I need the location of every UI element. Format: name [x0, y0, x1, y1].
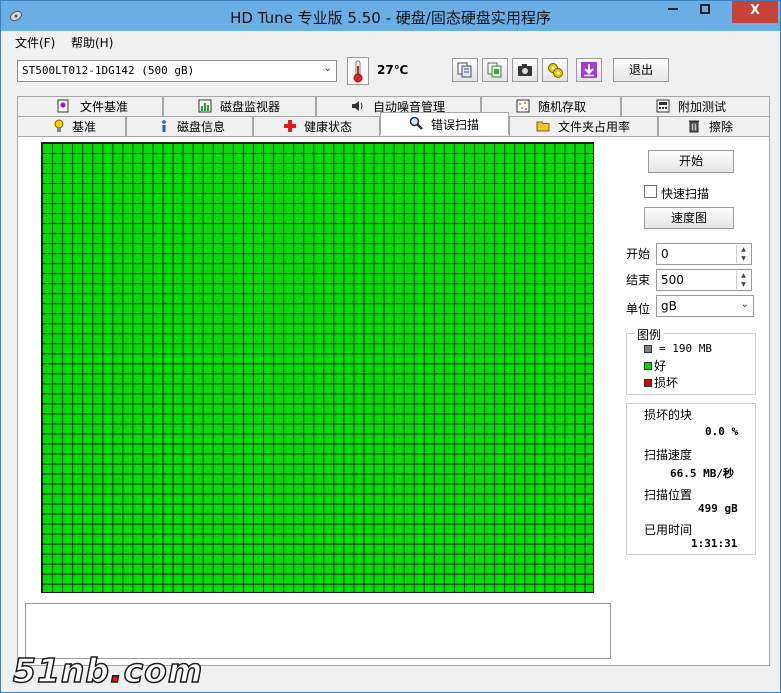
good-swatch	[644, 362, 652, 370]
copy-info-icon	[457, 62, 472, 78]
menu-file[interactable]: 文件(F)	[15, 34, 55, 51]
spin-up-icon[interactable]: ▲	[736, 271, 750, 280]
damaged-swatch	[644, 379, 652, 387]
end-input[interactable]: 500 ▲ ▼	[656, 269, 752, 291]
watermark-text: 51nb	[12, 650, 111, 691]
scan-speed-label: 扫描速度	[644, 448, 693, 462]
end-field-label: 结束	[626, 273, 651, 287]
tab-label: 附加测试	[678, 100, 727, 114]
health-icon	[284, 120, 296, 132]
copy-info-button[interactable]	[452, 58, 478, 82]
tab-extra-tests[interactable]: 附加测试	[621, 96, 770, 116]
spin-down-icon[interactable]: ▼	[736, 254, 750, 263]
start-field-label: 开始	[626, 247, 651, 261]
spin-down-icon[interactable]: ▼	[736, 280, 750, 289]
unit-field-label: 单位	[626, 302, 651, 316]
legend-title: 图例	[635, 326, 664, 343]
speed-map-button[interactable]: 速度图	[644, 207, 734, 229]
save-button[interactable]	[576, 58, 602, 82]
toolbar: ST500LT012-1DG142 (500 gB) ⌄ 27℃ 退出	[1, 51, 780, 91]
watermark-dot: .	[109, 650, 124, 691]
info-icon	[162, 120, 166, 132]
tab-file-benchmark[interactable]: 文件基准	[17, 96, 163, 116]
start-input[interactable]: 0 ▲ ▼	[656, 243, 752, 265]
scan-speed-value: 66.5 MB/秒	[670, 467, 734, 480]
thermometer-icon	[353, 60, 363, 83]
good-label: 好	[654, 359, 667, 373]
exit-button[interactable]: 退出	[613, 58, 669, 82]
tab-label: 健康状态	[304, 120, 353, 134]
download-icon	[581, 62, 597, 78]
speaker-icon	[352, 101, 363, 111]
drive-select-value: ST500LT012-1DG142 (500 gB)	[22, 64, 195, 77]
close-button[interactable]: X	[732, 1, 778, 23]
random-access-icon	[516, 99, 530, 113]
menu-help[interactable]: 帮助(H)	[71, 34, 113, 51]
unit-select[interactable]: gB ⌄	[656, 295, 754, 317]
menu-bar: 文件(F) 帮助(H)	[1, 31, 780, 51]
tab-label: 文件基准	[80, 100, 129, 114]
spin-up-icon[interactable]: ▲	[736, 245, 750, 254]
tab-label: 随机存取	[538, 100, 587, 114]
scan-position-label: 扫描位置	[644, 488, 693, 502]
tab-disk-monitor[interactable]: 磁盘监视器	[163, 96, 316, 116]
thermometer-button[interactable]	[347, 57, 369, 85]
unit-select-value: gB	[661, 299, 677, 313]
tab-label: 擦除	[709, 120, 734, 134]
tab-label: 磁盘信息	[177, 120, 226, 134]
folder-icon	[536, 121, 550, 132]
maximize-button[interactable]	[691, 1, 719, 23]
end-input-value: 500	[661, 273, 684, 287]
drive-select[interactable]: ST500LT012-1DG142 (500 gB) ⌄	[17, 60, 337, 82]
file-benchmark-icon	[57, 99, 69, 113]
tab-benchmark[interactable]: 基准	[17, 116, 126, 136]
quick-scan-checkbox[interactable]	[644, 185, 657, 198]
minimize-button[interactable]	[659, 1, 687, 23]
screenshot-button[interactable]	[512, 58, 538, 82]
tab-label: 磁盘监视器	[220, 100, 281, 114]
app-window: HD Tune 专业版 5.50 - 硬盘/固态硬盘实用程序 X 文件(F) 帮…	[0, 0, 781, 693]
watermark-text: com	[123, 650, 204, 691]
damaged-blocks-value: 0.0 %	[705, 425, 739, 438]
elapsed-time-value: 1:31:31	[691, 537, 738, 550]
options-button[interactable]	[542, 58, 568, 82]
tab-health[interactable]: 健康状态	[253, 116, 380, 136]
close-icon: X	[749, 3, 761, 18]
copy-screen-icon	[487, 62, 502, 78]
start-input-value: 0	[661, 247, 669, 261]
options-icon	[548, 63, 563, 78]
tab-label: 基准	[72, 120, 97, 134]
chevron-down-icon: ⌄	[323, 63, 332, 74]
start-button[interactable]: 开始	[648, 150, 734, 173]
block-map	[41, 142, 594, 593]
benchmark-icon	[54, 119, 64, 132]
elapsed-time-label: 已用时间	[644, 523, 693, 537]
damaged-blocks-label: 损坏的块	[644, 408, 693, 422]
tab-erase[interactable]: 擦除	[658, 116, 770, 136]
extra-tests-icon	[656, 99, 670, 113]
copy-screen-button[interactable]	[482, 58, 508, 82]
scan-position-value: 499 gB	[698, 502, 738, 515]
block-size-label: = 190 MB	[659, 342, 712, 355]
minimize-icon	[668, 8, 678, 10]
block-size-swatch	[644, 345, 652, 353]
tab-label: 文件夹占用率	[558, 120, 631, 134]
trash-icon	[689, 120, 699, 133]
disk-monitor-icon	[198, 99, 212, 113]
maximize-icon	[700, 4, 710, 14]
tab-error-scan[interactable]: 错误扫描	[380, 112, 509, 135]
tab-label: 错误扫描	[431, 118, 480, 132]
camera-icon	[518, 64, 532, 76]
watermark-logo: 51nb.com	[12, 650, 204, 691]
title-bar[interactable]: HD Tune 专业版 5.50 - 硬盘/固态硬盘实用程序 X	[1, 1, 780, 31]
magnifier-icon	[409, 116, 423, 130]
temperature-value: 27℃	[377, 63, 409, 77]
quick-scan-label: 快速扫描	[661, 187, 710, 201]
tab-folder-usage[interactable]: 文件夹占用率	[509, 116, 658, 136]
tab-disk-info[interactable]: 磁盘信息	[126, 116, 253, 136]
chevron-down-icon: ⌄	[740, 299, 749, 310]
damaged-label: 损坏	[654, 376, 679, 390]
